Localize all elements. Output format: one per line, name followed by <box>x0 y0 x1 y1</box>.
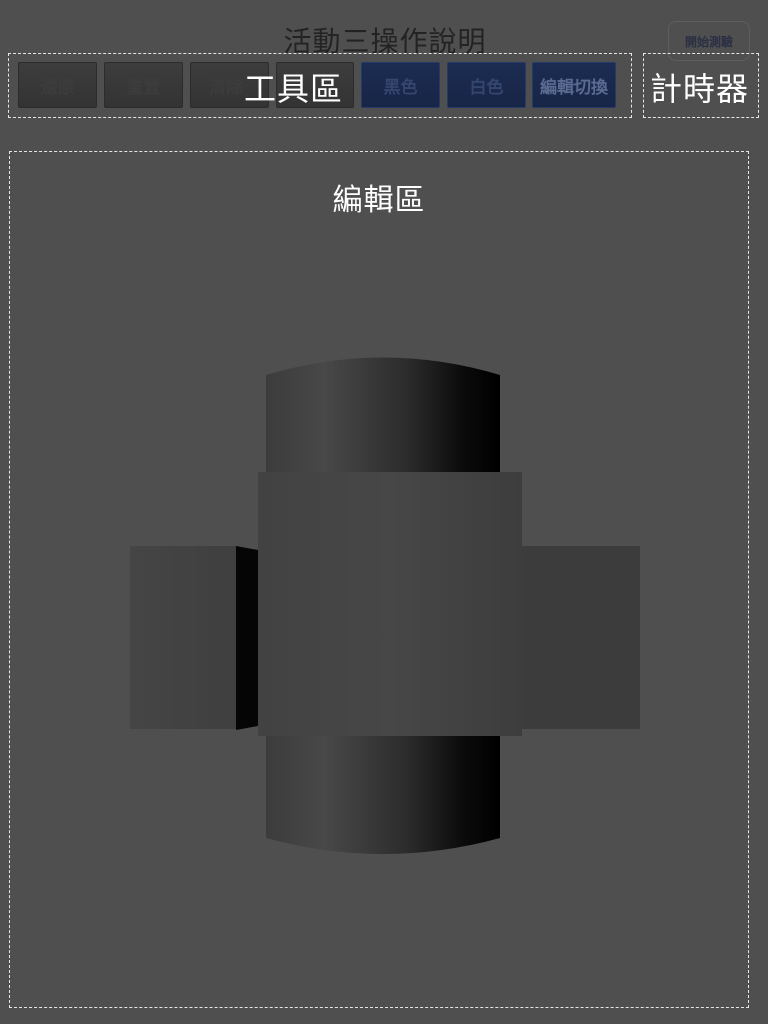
activity-screen: 活動三操作說明 開始測驗 還原 重置 清除 黑色 白色 編輯切換 工具區 計時器… <box>0 0 768 1024</box>
3d-model-view[interactable] <box>0 0 768 1024</box>
right-cube-shape <box>522 546 640 729</box>
center-cube-shape <box>258 472 522 736</box>
left-cube-shape <box>130 546 258 730</box>
